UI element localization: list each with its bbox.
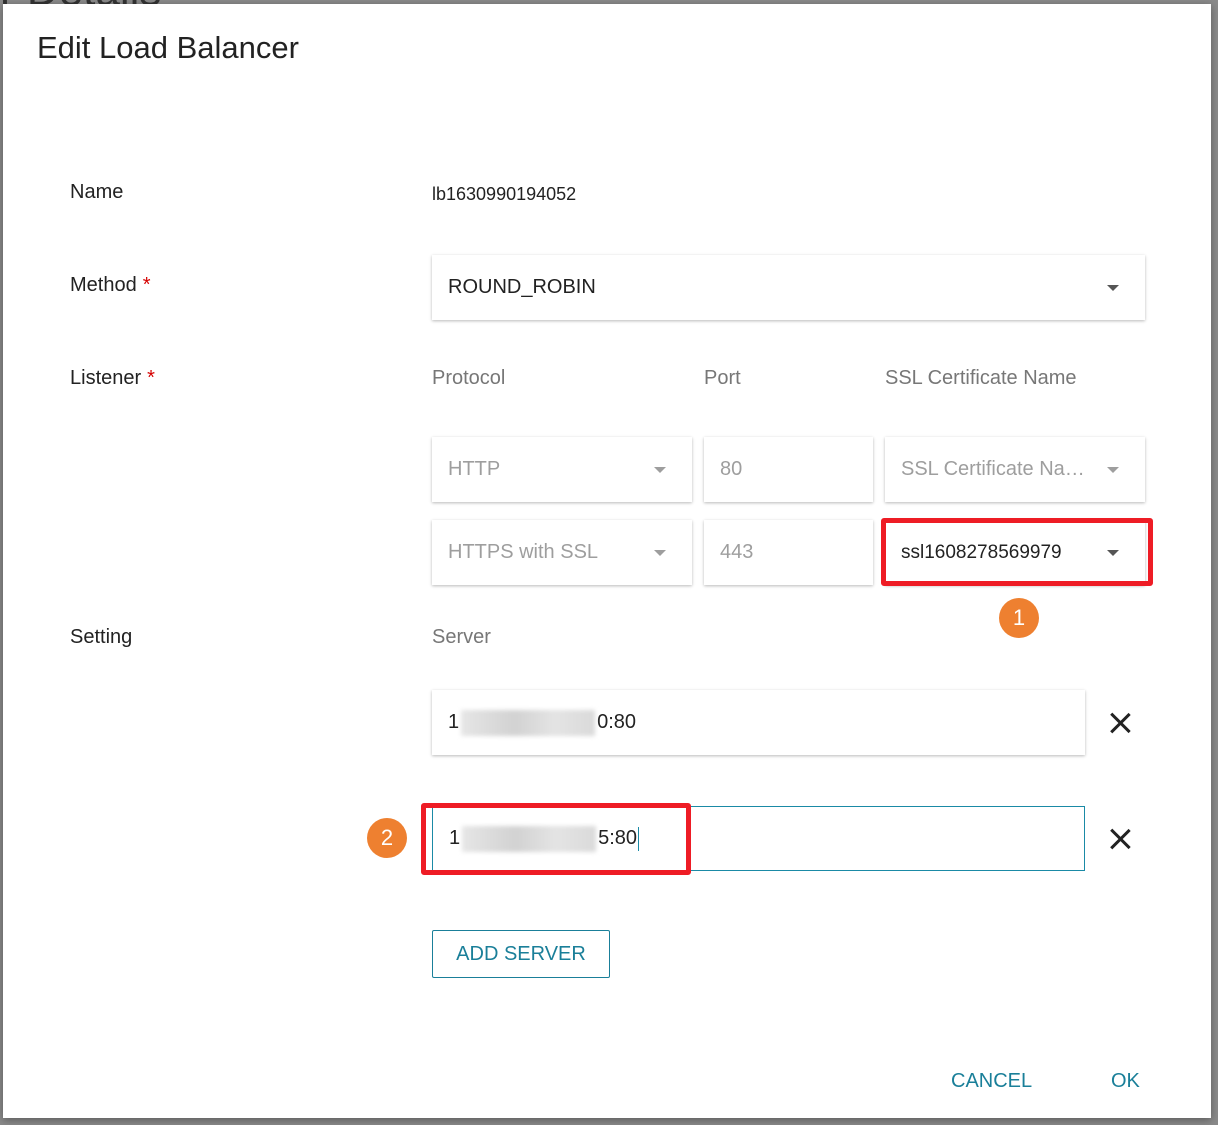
chevron-down-icon [1107, 284, 1119, 291]
protocol-value: HTTPS with SSL [448, 541, 599, 563]
protocol-select-http: HTTP [432, 437, 692, 502]
text-cursor [638, 826, 640, 851]
server-prefix: 1 [449, 827, 461, 849]
method-select-value: ROUND_ROBIN [448, 276, 596, 298]
method-label-text: Method [70, 274, 137, 296]
ssl-certificate-select-empty[interactable]: SSL Certificate Na… [885, 437, 1145, 502]
server-input-1[interactable]: 1 0:80 [432, 690, 1085, 755]
method-select[interactable]: ROUND_ROBIN [432, 255, 1145, 320]
ssl-certificate-header: SSL Certificate Name [885, 367, 1077, 389]
port-input-443: 443 [704, 520, 873, 585]
cancel-button[interactable]: CANCEL [951, 1070, 1032, 1093]
remove-server-1-close-icon[interactable] [1106, 709, 1134, 737]
server-prefix: 1 [448, 711, 460, 733]
protocol-value: HTTP [448, 458, 501, 480]
chevron-down-icon [654, 466, 666, 473]
method-label: Method * [70, 274, 151, 297]
redacted-blur [462, 825, 597, 852]
server-header: Server [432, 626, 491, 648]
dialog-title: Edit Load Balancer [37, 30, 299, 65]
listener-label-text: Listener [70, 367, 142, 389]
chevron-down-icon [1107, 466, 1119, 473]
ok-button[interactable]: OK [1111, 1070, 1140, 1093]
port-value: 443 [720, 541, 754, 563]
listener-label: Listener * [70, 367, 155, 390]
port-value: 80 [720, 458, 743, 480]
server-suffix: 5:80 [598, 827, 638, 849]
step-badge-2: 2 [367, 818, 407, 858]
ssl-placeholder: SSL Certificate Na… [901, 458, 1085, 480]
ssl-certificate-value: ssl1608278569979 [901, 541, 1062, 563]
add-server-button[interactable]: ADD SERVER [432, 930, 610, 978]
protocol-select-https: HTTPS with SSL [432, 520, 692, 585]
chevron-down-icon [654, 549, 666, 556]
redacted-blur [461, 709, 596, 736]
chevron-down-icon [1107, 549, 1119, 556]
port-header: Port [704, 367, 741, 389]
setting-label: Setting [70, 626, 133, 648]
server-input-2[interactable]: 1 5:80 [432, 806, 1085, 871]
required-marker: * [147, 367, 155, 389]
name-value: lb1630990194052 [432, 184, 577, 204]
ssl-certificate-select[interactable]: ssl1608278569979 [885, 520, 1145, 585]
required-marker: * [142, 274, 151, 296]
port-input-80: 80 [704, 437, 873, 502]
name-label: Name [70, 181, 124, 203]
protocol-header: Protocol [432, 367, 506, 389]
edit-load-balancer-dialog: Edit Load Balancer Name lb1630990194052 … [3, 4, 1211, 1118]
remove-server-2-close-icon[interactable] [1106, 825, 1134, 853]
server-suffix: 0:80 [597, 711, 637, 733]
step-badge-1: 1 [999, 598, 1039, 638]
